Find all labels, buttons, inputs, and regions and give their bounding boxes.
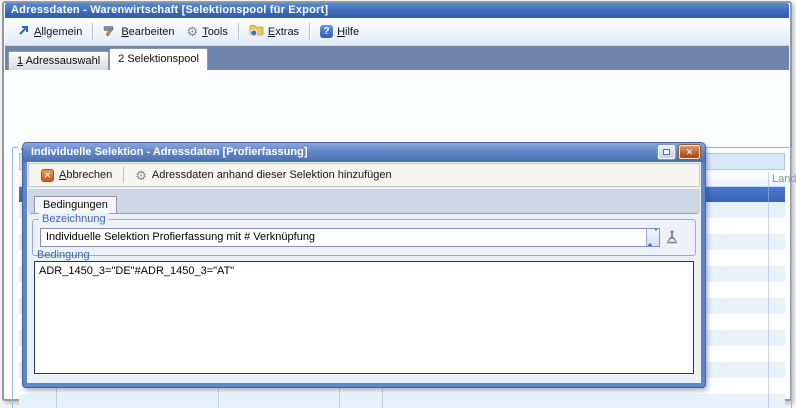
toolbar-separator bbox=[238, 23, 239, 40]
tab-adressauswahl[interactable]: 1 Adressauswahl bbox=[8, 51, 109, 70]
toolbar-separator bbox=[309, 23, 310, 40]
bezeichnung-group: Bezeichnung Individuelle Selektion Profi… bbox=[32, 219, 696, 256]
close-icon: ✕ bbox=[686, 147, 694, 157]
column-separator bbox=[768, 172, 769, 408]
folder-icon bbox=[249, 24, 264, 40]
tab-baseline bbox=[30, 213, 698, 214]
bezeichnung-value: Individuelle Selektion Profierfassung mi… bbox=[46, 231, 315, 243]
dialog-tabstrip bbox=[28, 189, 700, 213]
screen: Adressdaten - Warenwirtschaft [Selektion… bbox=[0, 0, 796, 408]
add-selection-button[interactable]: ⚙ Adressdaten anhand dieser Selektion hi… bbox=[128, 167, 398, 184]
menu-bearbeiten[interactable]: Bearbeiten bbox=[97, 22, 180, 42]
tab-bedingungen-label: Bedingungen bbox=[43, 199, 108, 211]
dialog-content: ✕ Abbrechen ⚙ Adressdaten anhand dieser … bbox=[27, 162, 701, 383]
menu-tools[interactable]: ⚙ Tools bbox=[181, 23, 234, 40]
main-toolbar: Allgemein Bearbeiten ⚙ Tools Extras ? Hi… bbox=[5, 18, 789, 46]
bezeichnung-combo[interactable]: Individuelle Selektion Profierfassung mi… bbox=[40, 228, 660, 247]
tab-selektionspool[interactable]: 2 Selektionspool bbox=[109, 48, 208, 70]
toolbar-separator bbox=[123, 167, 124, 183]
menu-bearbeiten-label: Bearbeiten bbox=[121, 26, 174, 38]
cancel-button[interactable]: ✕ Abbrechen bbox=[34, 167, 119, 184]
dialog-toolbar: ✕ Abbrechen ⚙ Adressdaten anhand dieser … bbox=[28, 163, 700, 187]
bedingung-label: Bedingung bbox=[37, 249, 90, 261]
cancel-button-label: Abbrechen bbox=[59, 169, 112, 181]
tab-bedingungen[interactable]: Bedingungen bbox=[34, 196, 117, 213]
cancel-x-icon: ✕ bbox=[41, 169, 54, 182]
menu-tools-label: Tools bbox=[202, 26, 228, 38]
tab-strip: 1 Adressauswahl 2 Selektionspool bbox=[5, 46, 789, 70]
menu-allgemein-label: Allgemein bbox=[34, 26, 82, 38]
close-button[interactable]: ✕ bbox=[679, 145, 700, 159]
toolbar-separator bbox=[92, 23, 93, 40]
menu-allgemein[interactable]: Allgemein bbox=[11, 22, 88, 42]
menu-extras-label: Extras bbox=[268, 26, 299, 38]
bedingung-value: ADR_1450_3="DE"#ADR_1450_3="AT" bbox=[39, 265, 234, 277]
hammer-icon bbox=[103, 24, 117, 40]
maximize-button[interactable] bbox=[658, 145, 675, 159]
menu-hilfe-label: Hilfe bbox=[337, 26, 359, 38]
spinner-control[interactable] bbox=[646, 229, 659, 246]
dialog-body: Bedingungen Bezeichnung Individuelle Sel… bbox=[28, 189, 700, 382]
maximize-icon bbox=[663, 149, 670, 155]
spinner-down-icon bbox=[653, 228, 659, 243]
menu-hilfe[interactable]: ? Hilfe bbox=[314, 23, 365, 40]
bezeichnung-label: Bezeichnung bbox=[39, 213, 109, 225]
arrow-up-right-icon bbox=[17, 24, 30, 40]
add-selection-label: Adressdaten anhand dieser Selektion hinz… bbox=[152, 169, 392, 181]
selection-add-icon: ⚙ bbox=[135, 169, 147, 182]
table-row[interactable] bbox=[19, 394, 785, 408]
tab-adressauswahl-label: 1 Adressauswahl bbox=[17, 55, 100, 67]
column-header-land[interactable]: Land bbox=[772, 172, 796, 186]
dialog-titlebar: Individuelle Selektion - Adressdaten [Pr… bbox=[23, 143, 705, 162]
menu-extras[interactable]: Extras bbox=[243, 22, 305, 42]
selection-dialog: Individuelle Selektion - Adressdaten [Pr… bbox=[22, 142, 706, 388]
help-icon: ? bbox=[320, 25, 333, 38]
gear-icon: ⚙ bbox=[187, 25, 199, 38]
tab-selektionspool-label: 2 Selektionspool bbox=[118, 53, 199, 65]
window-title: Adressdaten - Warenwirtschaft [Selektion… bbox=[11, 4, 328, 16]
bedingung-textarea[interactable]: ADR_1450_3="DE"#ADR_1450_3="AT" bbox=[34, 261, 694, 374]
dialog-title: Individuelle Selektion - Adressdaten [Pr… bbox=[31, 146, 307, 158]
main-titlebar: Adressdaten - Warenwirtschaft [Selektion… bbox=[5, 3, 789, 18]
apply-selection-icon[interactable] bbox=[665, 229, 679, 248]
